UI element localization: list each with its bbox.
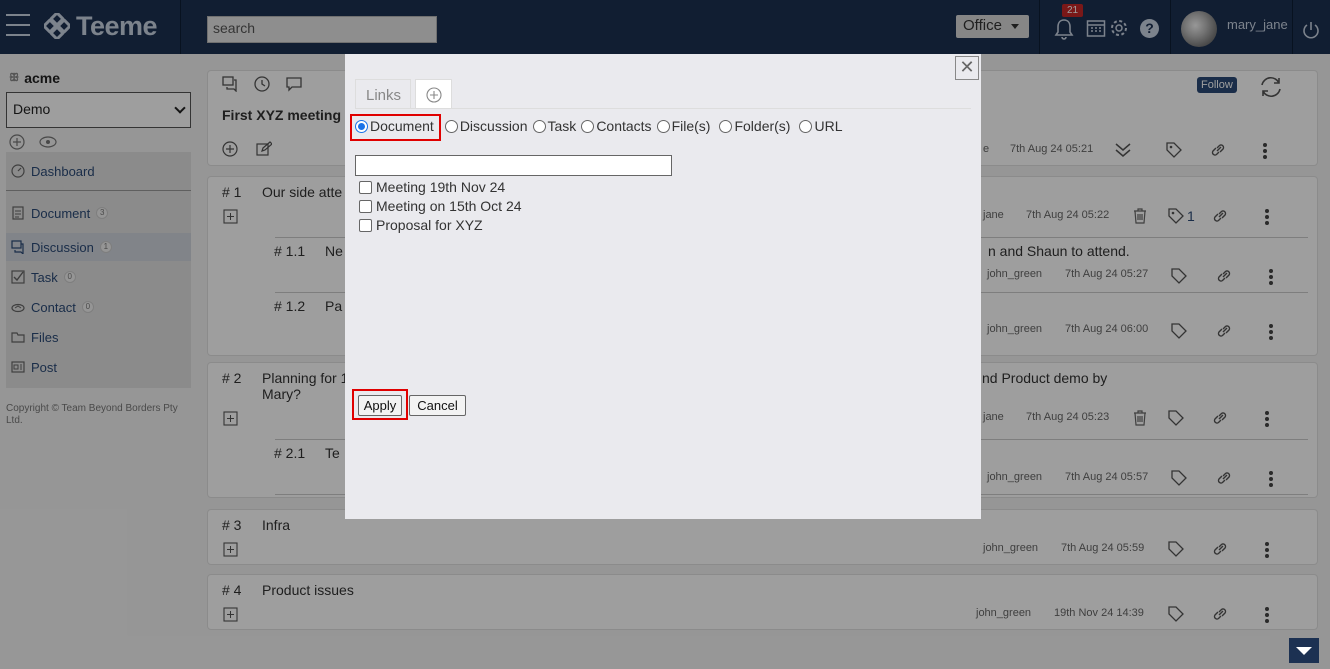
radio-label: Folder(s) bbox=[734, 118, 791, 134]
radio-label: File(s) bbox=[671, 118, 711, 134]
tab-add[interactable] bbox=[415, 79, 452, 109]
filter-input[interactable] bbox=[355, 155, 672, 176]
radio-label: Contacts bbox=[596, 118, 652, 134]
radio-button[interactable] bbox=[581, 119, 595, 133]
item-label: Meeting 19th Nov 24 bbox=[376, 179, 506, 195]
cancel-button[interactable]: Cancel bbox=[409, 395, 466, 416]
radio-button[interactable] bbox=[444, 119, 458, 133]
highlight-box bbox=[350, 114, 441, 141]
radio-files[interactable]: File(s) bbox=[656, 118, 711, 134]
radio-button[interactable] bbox=[719, 119, 733, 133]
radio-label: Discussion bbox=[459, 118, 528, 134]
checkbox[interactable] bbox=[359, 180, 372, 194]
checkbox[interactable] bbox=[359, 199, 372, 213]
add-circle-icon bbox=[426, 87, 442, 103]
radio-label: URL bbox=[814, 118, 843, 134]
radio-label: Task bbox=[547, 118, 577, 134]
item-checkbox[interactable]: Meeting 19th Nov 24 bbox=[359, 179, 505, 195]
scroll-down-button[interactable] bbox=[1289, 638, 1319, 663]
radio-url[interactable]: URL bbox=[799, 118, 842, 134]
radio-discussion[interactable]: Discussion bbox=[444, 118, 528, 134]
item-checkbox[interactable]: Meeting on 15th Oct 24 bbox=[359, 198, 522, 214]
checkbox[interactable] bbox=[359, 218, 372, 232]
modal-backdrop-top bbox=[0, 0, 1330, 54]
item-label: Proposal for XYZ bbox=[376, 217, 483, 233]
links-dialog: ✕ Links Document Discussion Task Contact… bbox=[345, 54, 981, 519]
close-button[interactable]: ✕ bbox=[955, 56, 979, 80]
item-checkbox[interactable]: Proposal for XYZ bbox=[359, 217, 483, 233]
radio-folders[interactable]: Folder(s) bbox=[719, 118, 790, 134]
tab-links[interactable]: Links bbox=[355, 79, 411, 109]
radio-contacts[interactable]: Contacts bbox=[581, 118, 652, 134]
highlight-box bbox=[352, 389, 408, 420]
radio-task[interactable]: Task bbox=[532, 118, 577, 134]
radio-button[interactable] bbox=[532, 119, 546, 133]
radio-button[interactable] bbox=[656, 119, 670, 133]
item-label: Meeting on 15th Oct 24 bbox=[376, 198, 522, 214]
radio-button[interactable] bbox=[799, 119, 813, 133]
